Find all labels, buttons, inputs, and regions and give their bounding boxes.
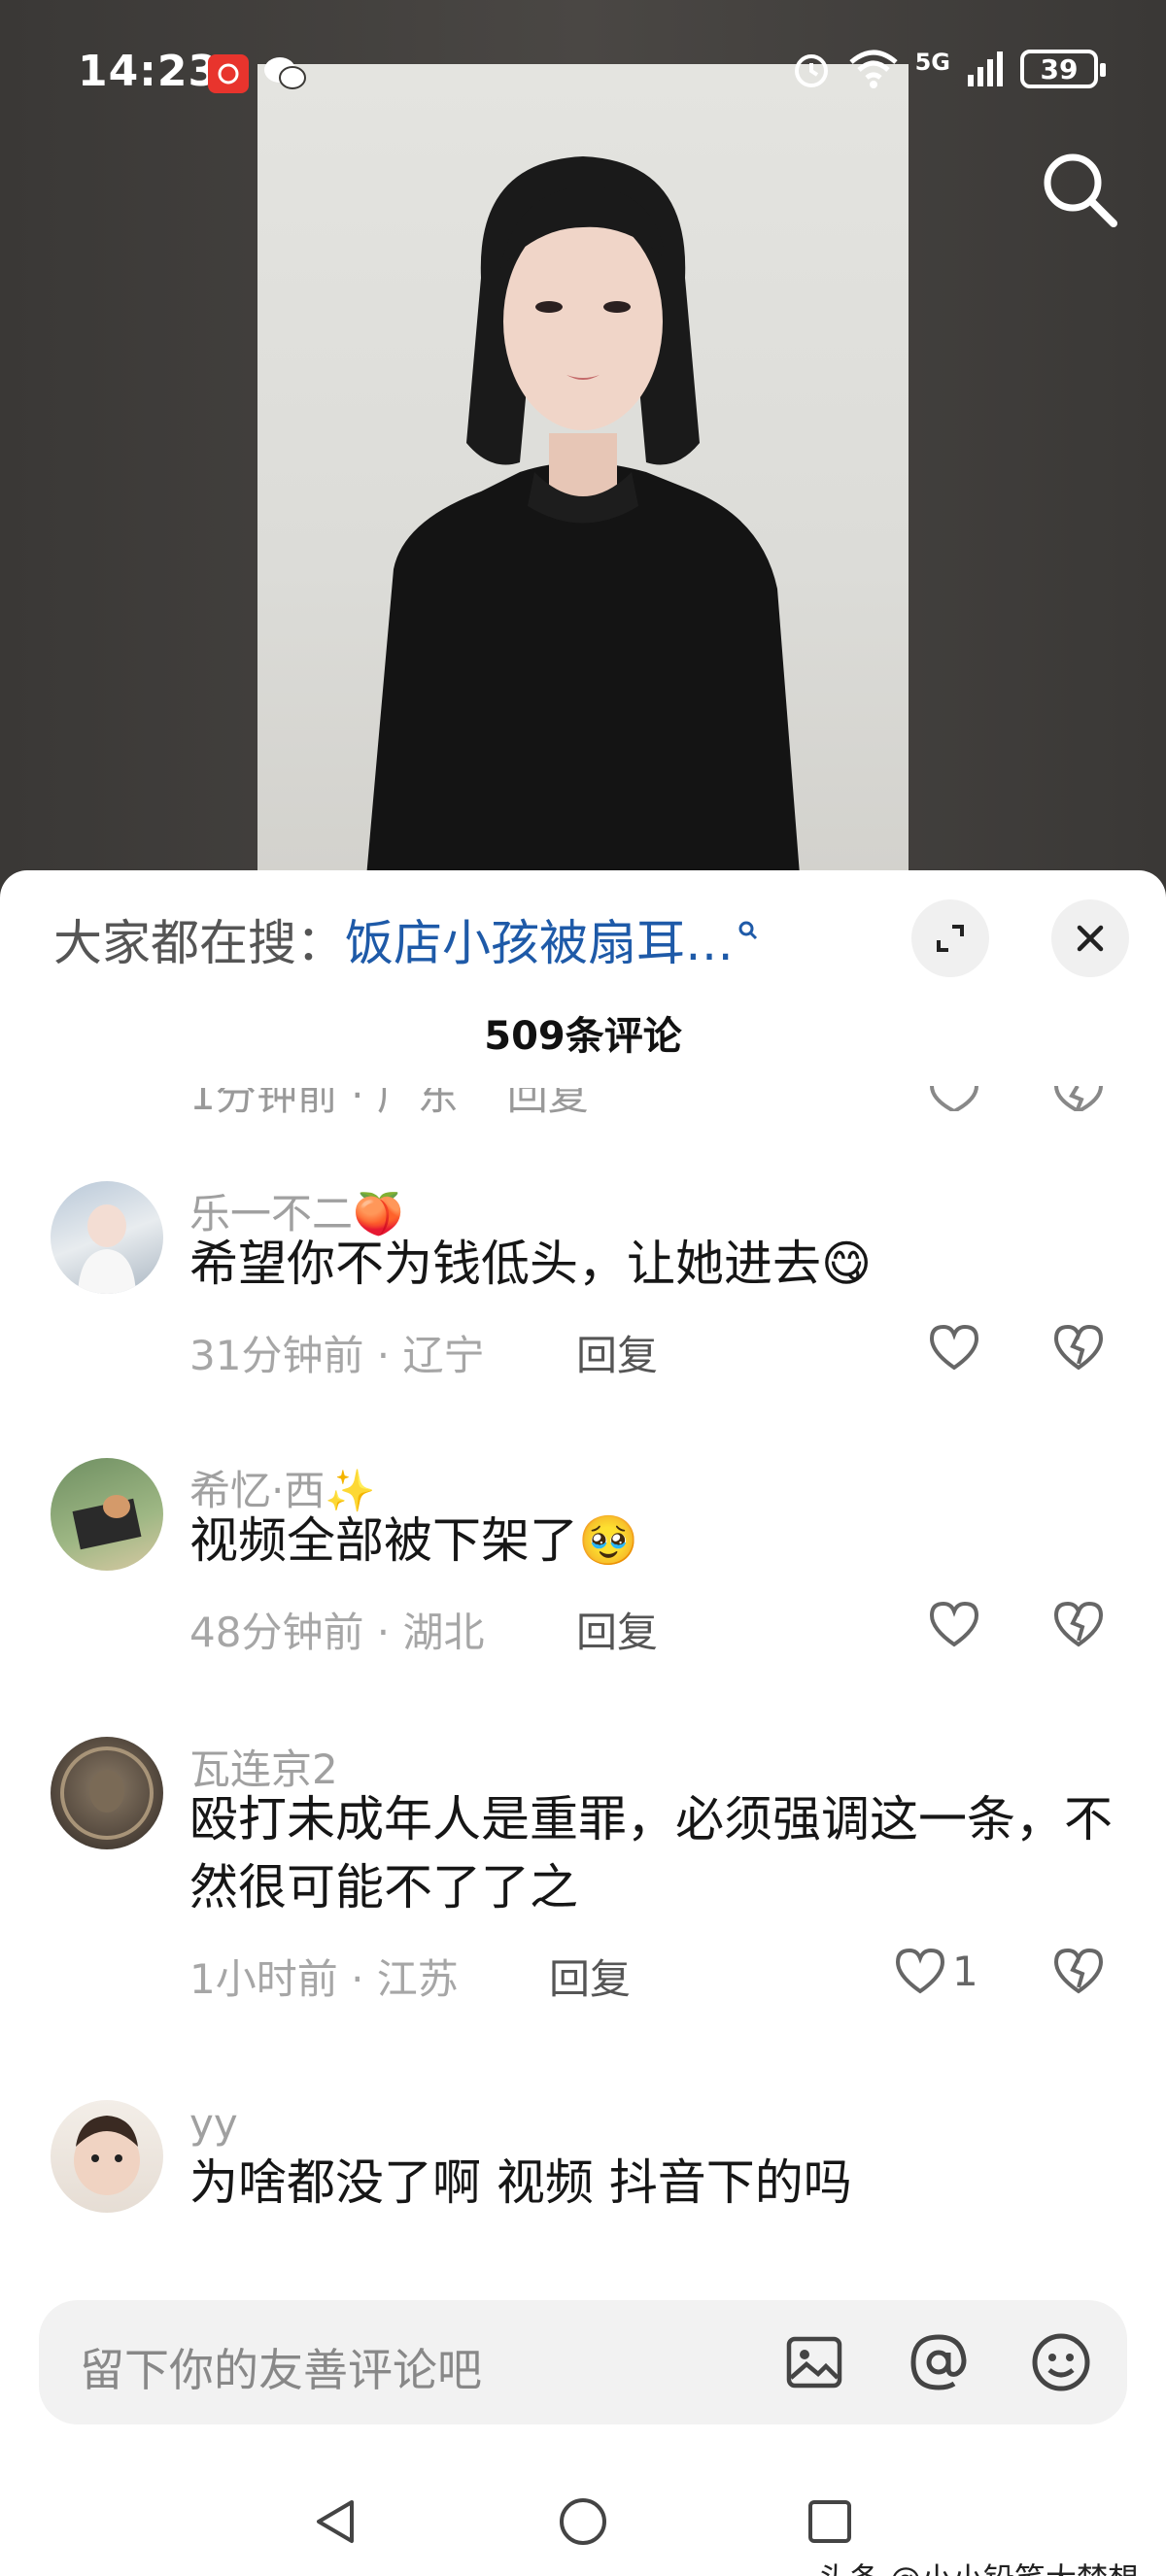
like-button[interactable]: [928, 1600, 986, 1648]
partial-like-icon[interactable]: [928, 1086, 980, 1111]
comment-count-title: 509条评论: [484, 1014, 682, 1059]
screen: 14:23 5G 39 大家都在搜： 饭店小孩被扇耳… 509条评论 1分钟前 …: [0, 0, 1166, 2576]
status-right-icons: 5G 39: [791, 49, 1106, 89]
reply-button[interactable]: 回复: [549, 1947, 631, 2006]
broken-heart-icon[interactable]: [1052, 1947, 1105, 1995]
comment-input[interactable]: 留下你的友善评论吧: [80, 2335, 482, 2399]
like-count: 1: [952, 1947, 978, 1995]
alarm-icon: [794, 54, 828, 87]
video-frame-image: [364, 156, 802, 899]
partial-comment-reply[interactable]: 回复: [507, 1088, 589, 1117]
trending-search-icon: [738, 921, 758, 940]
partial-comment-row: 1分钟前 · 广东 回复: [189, 1088, 1142, 1117]
expand-icon: [937, 925, 964, 952]
avatar[interactable]: [51, 1737, 163, 1849]
comment-text: 希望你不为钱低头，让她进去😋: [189, 1236, 873, 1292]
comment-author[interactable]: yy: [189, 2100, 238, 2148]
video-player[interactable]: [257, 64, 909, 899]
close-icon: [1077, 925, 1104, 952]
avatar[interactable]: [51, 1181, 163, 1294]
heart-icon: [929, 1324, 979, 1371]
wechat-icon: [264, 57, 306, 89]
comment-input-bar[interactable]: 留下你的友善评论吧: [39, 2300, 1127, 2424]
comment-meta: 1小时前 · 江苏: [189, 1955, 459, 2003]
close-button[interactable]: [1051, 899, 1129, 977]
like-button[interactable]: [928, 1323, 986, 1372]
comment-meta: 48分钟前 · 湖北: [189, 1609, 485, 1656]
reply-button[interactable]: 回复: [576, 1600, 658, 1659]
heart-icon: [895, 1948, 945, 1994]
broken-heart-icon[interactable]: [1052, 1323, 1105, 1372]
partial-comment-meta-row: 1分钟前 · 广东 回复: [189, 1088, 1142, 1117]
reply-button[interactable]: 回复: [576, 1323, 658, 1382]
status-bar: 14:23 5G 39: [0, 0, 1166, 146]
broken-heart-icon[interactable]: [1052, 1600, 1105, 1648]
watermark: 头条 @小小铅笔大梦想: [818, 2555, 1139, 2576]
status-app-icons: [208, 54, 307, 93]
partial-dislike-icon[interactable]: [1052, 1086, 1105, 1111]
avatar[interactable]: [51, 2100, 163, 2213]
recents-icon[interactable]: [803, 2494, 857, 2549]
trending-search[interactable]: 大家都在搜： 饭店小孩被扇耳…: [53, 905, 759, 973]
heart-icon: [929, 1601, 979, 1647]
battery-level: 39: [1040, 52, 1079, 85]
network-type: 5G: [914, 49, 950, 76]
status-time: 14:23: [78, 47, 220, 96]
expand-button[interactable]: [911, 899, 989, 977]
wifi-icon: [848, 50, 898, 88]
comment-text: 为啥都没了啊 视频 抖音下的吗: [189, 2154, 852, 2211]
like-button[interactable]: 1: [894, 1947, 978, 1995]
at-icon[interactable]: [906, 2329, 972, 2395]
emoji-icon[interactable]: [1028, 2329, 1094, 2395]
search-icon[interactable]: [1036, 146, 1123, 233]
trending-search-term[interactable]: 饭店小孩被扇耳…: [345, 904, 734, 974]
back-icon[interactable]: [309, 2494, 363, 2549]
comment-text: 殴打未成年人是重罪，必须强调这一条，不然很可能不了了之: [189, 1791, 1113, 1915]
image-icon[interactable]: [781, 2329, 847, 2395]
partial-comment-meta: 1分钟前 · 广东: [189, 1088, 459, 1117]
comment-meta: 31分钟前 · 辽宁: [189, 1332, 485, 1379]
trending-search-prefix: 大家都在搜：: [53, 915, 345, 971]
home-icon[interactable]: [556, 2494, 610, 2549]
avatar[interactable]: [51, 1458, 163, 1571]
battery-icon: 39: [1020, 50, 1106, 88]
red-app-icon: [208, 54, 249, 93]
comment-text: 视频全部被下架了🥹: [189, 1512, 639, 1569]
signal-icon: [968, 51, 1003, 86]
